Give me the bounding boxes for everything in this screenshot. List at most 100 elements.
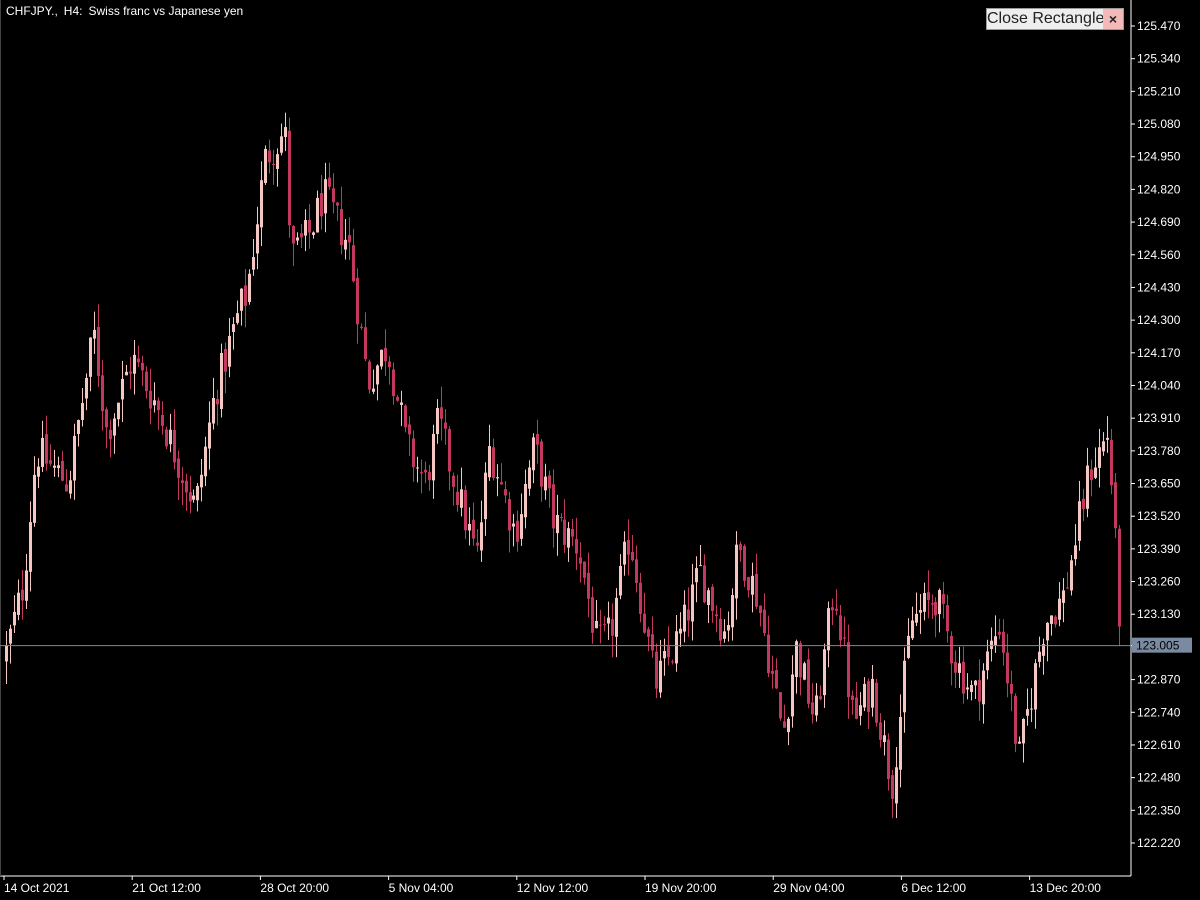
price-tick-label: 124.040: [1137, 378, 1181, 392]
price-tick-label: 122.870: [1137, 673, 1181, 687]
candle-bear: [516, 520, 519, 542]
candle-bull: [220, 353, 223, 410]
candle-bear: [444, 422, 447, 429]
candle-bull: [815, 695, 818, 716]
candle-bear: [340, 209, 343, 246]
candle-bear: [492, 447, 495, 479]
candle-bull: [432, 433, 435, 481]
candle-bear: [332, 188, 335, 203]
candle-bull: [1050, 615, 1053, 624]
candlestick-chart: 125.470 125.340 125.210 125.080 124.950 124.8…: [0, 0, 1192, 895]
candle-bull: [264, 148, 267, 183]
candle-bear: [603, 624, 606, 626]
candle-bear: [747, 576, 750, 591]
candle-bear: [583, 561, 586, 578]
candle-bull: [1070, 560, 1073, 591]
candle-bull: [659, 660, 662, 693]
candle-bull: [5, 645, 8, 662]
candle-bull: [416, 467, 419, 469]
candle-bear: [847, 642, 850, 698]
candle-bear: [1110, 439, 1113, 486]
candle-bear: [1090, 469, 1093, 481]
candle-bear: [181, 480, 184, 484]
candle-bull: [691, 584, 694, 622]
price-tick-label: 124.300: [1137, 313, 1181, 327]
candle-bull: [938, 590, 941, 615]
candle-bear: [456, 491, 459, 505]
candle-bear: [759, 605, 762, 614]
candle-bear: [879, 722, 882, 740]
candle-bear: [783, 721, 786, 728]
candle-bull: [895, 767, 898, 804]
candle-bull: [69, 480, 72, 494]
candle-bull: [528, 467, 531, 489]
candle-bear: [942, 594, 945, 604]
candle-bear: [575, 539, 578, 554]
candle-bull: [153, 400, 156, 406]
candle-bull: [532, 437, 535, 471]
candle-bear: [476, 542, 479, 546]
candle-bull: [1078, 501, 1081, 541]
candle-bear: [368, 361, 371, 390]
candle-bull: [863, 683, 866, 708]
candle-bull: [73, 435, 76, 481]
candle-bear: [189, 492, 192, 502]
candle-bear: [655, 651, 658, 689]
candle-bull: [512, 523, 515, 527]
price-tick-label: 123.650: [1137, 477, 1181, 491]
close-rectangle-button[interactable]: Close Rectangle ×: [986, 8, 1124, 30]
candle-bull: [619, 565, 622, 596]
candle-bear: [998, 631, 1001, 635]
close-icon[interactable]: ×: [1103, 9, 1123, 29]
candle-bull: [883, 735, 886, 743]
candle-bear: [508, 499, 511, 531]
candle-bear: [1114, 482, 1117, 529]
close-rectangle-label: Close Rectangle: [987, 10, 1103, 27]
candle-bear: [129, 371, 132, 374]
candle-bear: [711, 586, 714, 611]
candle-bear: [536, 434, 539, 445]
candle-bear: [348, 235, 351, 243]
candle-bear: [97, 326, 100, 377]
candle-bear: [552, 484, 555, 529]
candle-bull: [871, 678, 874, 708]
candle-bull: [260, 180, 263, 228]
candle-bull: [77, 420, 80, 434]
candle-bear: [500, 482, 503, 485]
candle-bull: [623, 541, 626, 565]
candle-bull: [663, 651, 666, 659]
time-tick-label: 21 Oct 12:00: [132, 881, 201, 895]
candle-bear: [887, 739, 890, 780]
candle-bear: [292, 226, 295, 244]
candle-bear: [811, 702, 814, 715]
candle-bear: [448, 429, 451, 472]
candle-bull: [723, 631, 726, 639]
candle-bull: [911, 620, 914, 639]
candle-bull: [53, 465, 56, 468]
time-tick-label: 12 Nov 12:00: [517, 881, 589, 895]
candle-bull: [827, 608, 830, 651]
candle-bear: [109, 429, 112, 440]
candle-bull: [240, 288, 243, 311]
candle-bull: [607, 617, 610, 624]
candle-bull: [41, 437, 44, 467]
candle-bull: [735, 544, 738, 599]
candle-bear: [320, 193, 323, 217]
candle-bear: [45, 434, 48, 464]
candle-bull: [196, 486, 199, 501]
candle-bull: [29, 522, 32, 572]
candle-bull: [520, 514, 523, 539]
price-tick-label: 124.430: [1137, 280, 1181, 294]
candle-bear: [1082, 498, 1085, 509]
candle-bull: [699, 565, 702, 567]
candle-bear: [739, 544, 742, 551]
candle-bear: [950, 635, 953, 664]
candle-bear: [464, 490, 467, 531]
candle-bear: [743, 545, 746, 581]
candle-bear: [157, 400, 160, 411]
candle-bear: [300, 233, 303, 238]
candle-bear: [767, 634, 770, 674]
symbol-description: Swiss franc vs Japanese yen: [88, 4, 244, 18]
candle-bull: [312, 232, 315, 235]
candle-bear: [161, 415, 164, 426]
